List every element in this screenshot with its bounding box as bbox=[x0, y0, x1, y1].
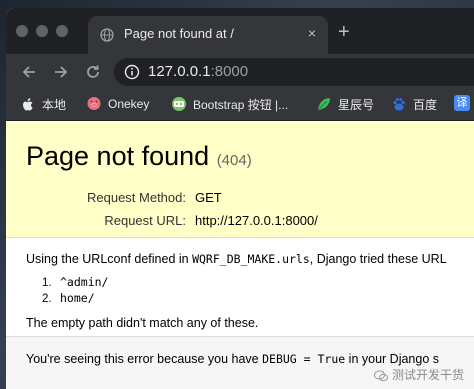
zoom-window-button[interactable] bbox=[56, 25, 68, 37]
url-host: 127.0.0.1 bbox=[148, 63, 211, 80]
browser-window: Page not found at / × + 127.0.0.1:8000 本… bbox=[6, 8, 474, 389]
bookmark-item[interactable]: 百度 bbox=[391, 96, 437, 114]
pattern-number: 1. bbox=[42, 277, 52, 289]
page-title-text: Page not found bbox=[26, 141, 210, 171]
bookmarks-bar: 本地 Onekey Bootstrap 按钮 |... 星辰号 百度 译 bbox=[6, 90, 474, 121]
translate-icon: 译 bbox=[454, 95, 470, 111]
globe-icon bbox=[100, 28, 114, 42]
page-title: Page not found (404) bbox=[26, 141, 252, 172]
new-tab-button[interactable]: + bbox=[338, 22, 350, 42]
bookmark-item[interactable]: 本地 bbox=[20, 96, 66, 114]
bookmark-item[interactable]: 译 bbox=[454, 95, 474, 114]
leaf-icon bbox=[318, 97, 330, 110]
baidu-icon bbox=[393, 97, 405, 110]
tab-strip: Page not found at / × + bbox=[6, 8, 474, 54]
debug-code: DEBUG = True bbox=[262, 352, 346, 366]
watermark-text: 测试开发干货 bbox=[391, 368, 464, 382]
pig-icon bbox=[87, 97, 101, 110]
debug-prefix: You're seeing this error because you hav… bbox=[26, 352, 263, 366]
close-window-button[interactable] bbox=[16, 25, 28, 37]
request-method-label: Request Method: bbox=[86, 190, 186, 205]
list-item: 2. home/ bbox=[42, 291, 95, 305]
empty-path-message: The empty path didn't match any of these… bbox=[26, 316, 259, 330]
pattern-text: home/ bbox=[60, 291, 95, 305]
bookmark-label: Bootstrap 按钮 |... bbox=[193, 98, 289, 112]
tab-active[interactable]: Page not found at / × bbox=[88, 16, 328, 54]
page-content: Page not found (404) Request Method: GET… bbox=[6, 121, 474, 389]
apple-icon bbox=[23, 97, 33, 110]
bookmark-label: Onekey bbox=[108, 97, 150, 111]
pattern-text: ^admin/ bbox=[60, 275, 109, 289]
bookmark-item[interactable]: 星辰号 bbox=[316, 96, 374, 114]
pattern-number: 2. bbox=[42, 293, 52, 305]
tab-close-icon[interactable]: × bbox=[308, 25, 316, 41]
summary-section: Page not found (404) Request Method: GET… bbox=[6, 121, 474, 238]
bookmark-label: 本地 bbox=[42, 98, 67, 112]
toolbar: 127.0.0.1:8000 bbox=[6, 54, 474, 90]
request-url-label: Request URL: bbox=[104, 213, 186, 228]
status-code: (404) bbox=[216, 152, 252, 169]
bookmark-item[interactable]: Onekey bbox=[86, 96, 149, 114]
info-icon[interactable] bbox=[124, 64, 140, 80]
wechat-icon bbox=[373, 370, 388, 382]
minimize-window-button[interactable] bbox=[36, 25, 48, 37]
debug-suffix: in your Django s bbox=[345, 352, 440, 366]
debug-text: You're seeing this error because you hav… bbox=[26, 352, 439, 366]
urlconf-suffix: , Django tried these URL bbox=[309, 252, 447, 266]
bookmark-label: 百度 bbox=[413, 98, 438, 112]
url-port: :8000 bbox=[210, 63, 249, 80]
address-bar[interactable]: 127.0.0.1:8000 bbox=[114, 58, 474, 86]
explanation-section: You're seeing this error because you hav… bbox=[6, 337, 474, 389]
urlconf-module: WQRF_DB_MAKE.urls bbox=[192, 252, 310, 266]
info-section: Using the URLconf defined in WQRF_DB_MAK… bbox=[6, 238, 474, 337]
request-method-value: GET bbox=[195, 190, 222, 205]
bookmark-label: 星辰号 bbox=[338, 98, 375, 112]
forward-arrow-icon[interactable] bbox=[52, 63, 70, 81]
tab-title: Page not found at / bbox=[124, 26, 234, 41]
urlconf-prefix: Using the URLconf defined in bbox=[26, 252, 193, 266]
bootstrap-icon bbox=[172, 96, 186, 111]
bookmark-item[interactable]: Bootstrap 按钮 |... bbox=[171, 96, 288, 114]
reload-icon[interactable] bbox=[84, 63, 102, 81]
request-url-value: http://127.0.0.1:8000/ bbox=[195, 213, 318, 228]
url-text[interactable]: 127.0.0.1:8000 bbox=[148, 63, 248, 80]
urlconf-text: Using the URLconf defined in WQRF_DB_MAK… bbox=[26, 252, 447, 266]
back-arrow-icon[interactable] bbox=[20, 63, 38, 81]
watermark: 测试开发干货 bbox=[373, 366, 464, 383]
list-item: 1. ^admin/ bbox=[42, 275, 108, 289]
